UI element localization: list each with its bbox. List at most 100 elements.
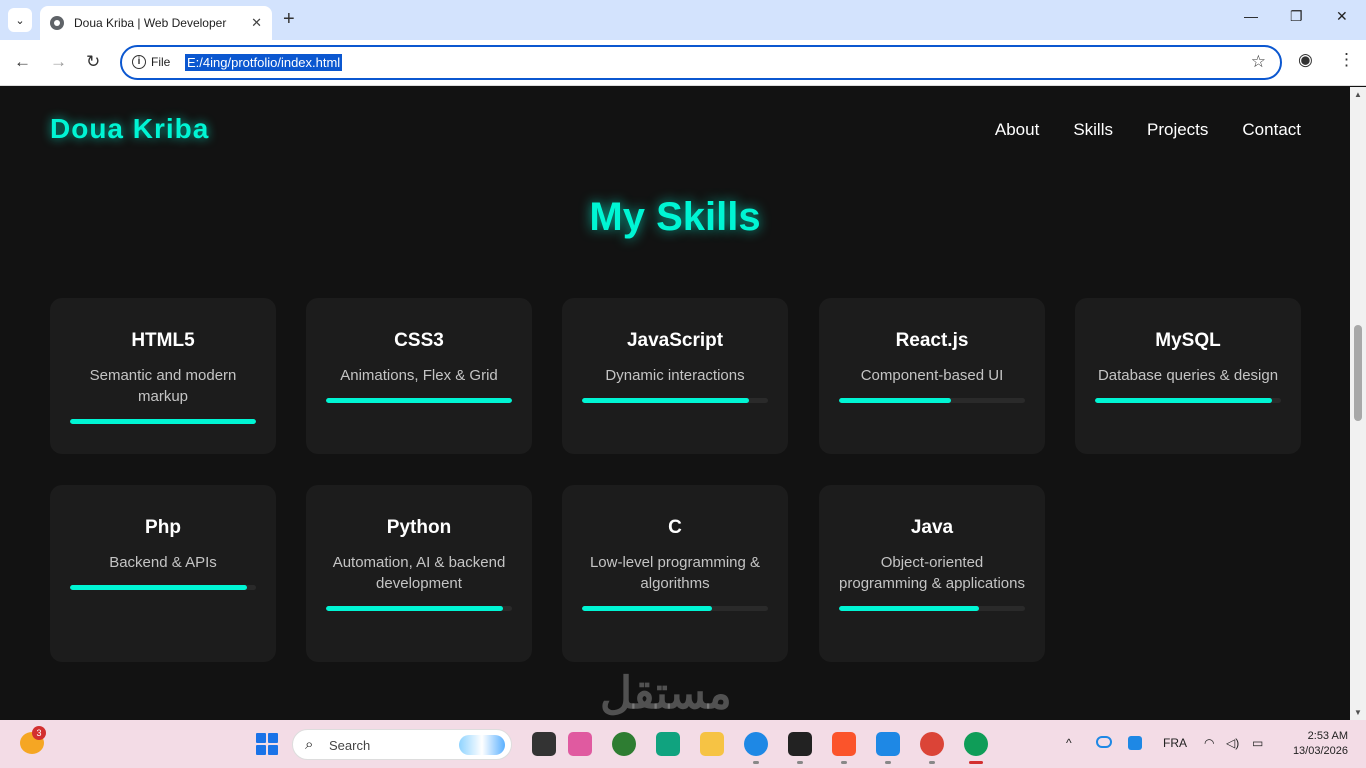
skill-bar-fill xyxy=(326,398,512,403)
brave-icon[interactable] xyxy=(832,732,856,756)
skill-card: Php Backend & APIs xyxy=(50,485,276,662)
wifi-icon[interactable]: ◠ xyxy=(1204,736,1214,750)
skill-bar xyxy=(839,398,1025,403)
nav-projects[interactable]: Projects xyxy=(1147,120,1208,140)
windows-taskbar: 3 ⌕ Search ^ FRA ◠ ◁) ▭ 2:53 AM 13/03/20… xyxy=(0,720,1366,768)
chrome-active-icon[interactable] xyxy=(964,732,988,756)
chatgpt-icon[interactable] xyxy=(656,732,680,756)
skill-desc: Low-level programming & algorithms xyxy=(589,554,761,592)
system-clock[interactable]: 2:53 AM 13/03/2026 xyxy=(1293,729,1348,759)
skill-name: Php xyxy=(145,517,181,538)
skill-name: C xyxy=(668,517,682,538)
page-content: Doua Kriba About Skills Projects Contact… xyxy=(0,87,1350,720)
new-tab-button[interactable]: + xyxy=(283,9,295,29)
skill-bar-fill xyxy=(326,606,503,611)
vscode-icon[interactable] xyxy=(876,732,900,756)
running-indicator xyxy=(969,761,983,764)
tray-overflow-icon[interactable]: ^ xyxy=(1066,736,1072,750)
running-indicator xyxy=(797,761,803,764)
tab-title: Doua Kriba | Web Developer xyxy=(74,16,227,30)
skills-title: My Skills xyxy=(589,195,761,239)
nav-contact[interactable]: Contact xyxy=(1242,120,1301,140)
running-indicator xyxy=(841,761,847,764)
skill-bar-fill xyxy=(839,606,979,611)
skill-card: HTML5 Semantic and modern markup xyxy=(50,298,276,454)
skill-desc: Database queries & design xyxy=(1097,367,1279,384)
security-icon[interactable] xyxy=(1128,736,1142,750)
skill-bar xyxy=(1095,398,1281,403)
skill-card: Java Object-oriented programming & appli… xyxy=(819,485,1045,662)
onedrive-icon[interactable] xyxy=(1096,736,1112,748)
site-brand[interactable]: Doua Kriba xyxy=(50,113,209,145)
skill-desc: Semantic and modern markup xyxy=(89,367,237,405)
skill-desc: Component-based UI xyxy=(860,367,1004,384)
close-window-button[interactable]: ✕ xyxy=(1336,8,1348,25)
skill-desc: Dynamic interactions xyxy=(605,367,745,384)
skill-bar-fill xyxy=(582,398,750,403)
skill-desc: Backend & APIs xyxy=(109,554,217,571)
minimize-button[interactable]: — xyxy=(1244,8,1258,24)
volume-icon[interactable]: ◁) xyxy=(1226,736,1239,750)
file-label: File xyxy=(151,55,171,69)
restore-button[interactable]: ❐ xyxy=(1290,8,1303,25)
task-view-icon[interactable] xyxy=(532,732,556,756)
skill-name: Python xyxy=(386,517,452,538)
skill-bar xyxy=(582,398,768,403)
skill-bar-fill xyxy=(1095,398,1272,403)
chrome-alt-icon[interactable] xyxy=(612,732,636,756)
skill-card: Python Automation, AI & backend developm… xyxy=(306,485,532,662)
nav-skills[interactable]: Skills xyxy=(1073,120,1113,140)
github-icon[interactable] xyxy=(788,732,812,756)
search-icon: ⌕ xyxy=(305,736,314,753)
skill-bar xyxy=(70,419,256,424)
taskbar-search[interactable]: ⌕ Search xyxy=(292,729,512,760)
running-indicator xyxy=(753,761,759,764)
skill-bar xyxy=(326,606,512,611)
file-explorer-icon[interactable] xyxy=(700,732,724,756)
skill-card: C Low-level programming & algorithms xyxy=(562,485,788,662)
running-indicator xyxy=(885,761,891,764)
skill-desc: Object-oriented programming & applicatio… xyxy=(839,554,1025,592)
site-info-icon[interactable]: i xyxy=(132,55,146,69)
skill-card: MySQL Database queries & design xyxy=(1075,298,1301,454)
address-bar[interactable]: i File E:/4ing/protfolio/index.html ☆ xyxy=(120,45,1282,80)
skill-name: CSS3 xyxy=(394,330,444,351)
clock-time: 2:53 AM xyxy=(1307,730,1348,742)
skill-bar-fill xyxy=(582,606,713,611)
skill-card: CSS3 Animations, Flex & Grid xyxy=(306,298,532,454)
skill-bar-fill xyxy=(70,585,247,590)
scroll-up-icon[interactable]: ▲ xyxy=(1354,90,1362,99)
scrollbar-thumb[interactable] xyxy=(1354,325,1362,421)
chrome-icon[interactable] xyxy=(920,732,944,756)
browser-tab-active[interactable]: Doua Kriba | Web Developer ✕ xyxy=(40,6,272,40)
skill-bar xyxy=(326,398,512,403)
skill-name: MySQL xyxy=(1155,330,1221,351)
nav-about[interactable]: About xyxy=(995,120,1039,140)
clock-date: 13/03/2026 xyxy=(1292,745,1348,757)
profile-icon[interactable]: ◉ xyxy=(1298,50,1313,70)
browser-tab-bar: ⌄ Doua Kriba | Web Developer ✕ + — ❐ ✕ xyxy=(0,0,1366,40)
forward-button[interactable]: → xyxy=(50,52,67,72)
skill-name: React.js xyxy=(895,330,969,351)
url-text[interactable]: E:/4ing/protfolio/index.html xyxy=(185,54,343,71)
skill-bar-fill xyxy=(839,398,951,403)
edge-icon[interactable] xyxy=(744,732,768,756)
watermark-logo: مستقل xyxy=(600,669,732,718)
start-button[interactable] xyxy=(256,733,278,755)
globe-icon xyxy=(50,16,64,30)
reload-button[interactable]: ↻ xyxy=(86,52,100,72)
tab-search-button[interactable]: ⌄ xyxy=(8,8,32,32)
copilot-icon[interactable] xyxy=(568,732,592,756)
skill-name: Java xyxy=(910,517,954,538)
tab-close-icon[interactable]: ✕ xyxy=(251,15,262,31)
browser-toolbar: ← → ↻ i File E:/4ing/protfolio/index.htm… xyxy=(0,40,1366,86)
battery-icon[interactable]: ▭ xyxy=(1252,736,1263,750)
page-scrollbar[interactable]: ▲ ▼ xyxy=(1350,87,1366,720)
language-indicator[interactable]: FRA xyxy=(1163,736,1187,750)
skill-card: React.js Component-based UI xyxy=(819,298,1045,454)
bookmark-star-icon[interactable]: ☆ xyxy=(1251,52,1266,72)
skill-desc: Automation, AI & backend development xyxy=(332,554,506,592)
scroll-down-icon[interactable]: ▼ xyxy=(1354,708,1362,717)
menu-icon[interactable]: ⋮ xyxy=(1338,50,1355,70)
back-button[interactable]: ← xyxy=(14,52,31,72)
